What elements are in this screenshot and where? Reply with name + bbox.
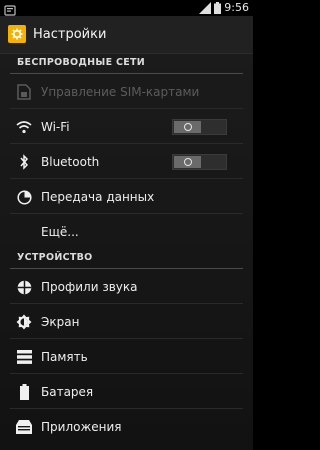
status-bar: 9:56 (0, 0, 253, 16)
apps-icon (16, 419, 32, 435)
settings-item-apps[interactable]: Приложения (0, 410, 253, 444)
section-divider (10, 73, 243, 74)
settings-item-sim-management: Управление SIM-картами (0, 75, 253, 109)
settings-item-label: Передача данных (41, 190, 155, 204)
settings-item-label: Профили звука (41, 280, 138, 294)
data-usage-icon (16, 189, 32, 205)
row-divider (10, 143, 243, 144)
section-title: УСТРОЙСТВО (17, 252, 93, 263)
settings-item-label: Ещё... (41, 225, 79, 239)
section-title: БЕСПРОВОДНЫЕ СЕТИ (17, 57, 146, 68)
settings-item-more[interactable]: Ещё... (0, 215, 253, 249)
battery-icon (16, 384, 32, 400)
row-divider (10, 213, 243, 214)
wifi-icon (16, 119, 32, 135)
toggle-thumb (174, 156, 201, 168)
battery-icon (214, 0, 222, 18)
settings-item-bluetooth[interactable]: Bluetooth (0, 145, 253, 179)
settings-app-icon[interactable] (8, 25, 26, 43)
section-header-wireless: БЕСПРОВОДНЫЕ СЕТИ (0, 54, 253, 74)
settings-item-sound-profiles[interactable]: Профили звука (0, 270, 253, 304)
bluetooth-toggle[interactable] (172, 154, 227, 170)
row-divider (10, 303, 243, 304)
section-header-device: УСТРОЙСТВО (0, 249, 253, 269)
signal-icon (199, 0, 212, 18)
settings-item-wifi[interactable]: Wi-Fi (0, 110, 253, 144)
settings-item-label: Приложения (41, 420, 122, 434)
sound-profiles-icon (16, 279, 32, 295)
action-bar: Настройки (0, 16, 253, 54)
row-divider (10, 338, 243, 339)
toggle-thumb (174, 121, 201, 133)
display-icon (16, 314, 32, 330)
settings-item-storage[interactable]: Память (0, 340, 253, 374)
settings-item-label: Экран (41, 315, 80, 329)
wifi-toggle[interactable] (172, 119, 227, 135)
settings-item-data-usage[interactable]: Передача данных (0, 180, 253, 214)
settings-item-battery[interactable]: Батарея (0, 375, 253, 409)
settings-item-label: Память (41, 350, 88, 364)
sim-card-icon (16, 84, 32, 100)
page-title: Настройки (33, 27, 107, 42)
settings-item-label: Батарея (41, 385, 94, 399)
status-time: 9:56 (224, 1, 249, 14)
row-divider (10, 373, 243, 374)
storage-icon (16, 349, 32, 365)
settings-list: БЕСПРОВОДНЫЕ СЕТИ Управление SIM-картами… (0, 54, 253, 450)
settings-item-label: Управление SIM-картами (41, 85, 200, 99)
settings-item-label: Wi-Fi (41, 120, 70, 134)
row-divider (10, 178, 243, 179)
row-divider (10, 108, 243, 109)
bluetooth-icon (16, 154, 32, 170)
row-divider (10, 408, 243, 409)
settings-item-label: Bluetooth (41, 155, 100, 169)
section-divider (10, 268, 243, 269)
settings-item-display[interactable]: Экран (0, 305, 253, 339)
